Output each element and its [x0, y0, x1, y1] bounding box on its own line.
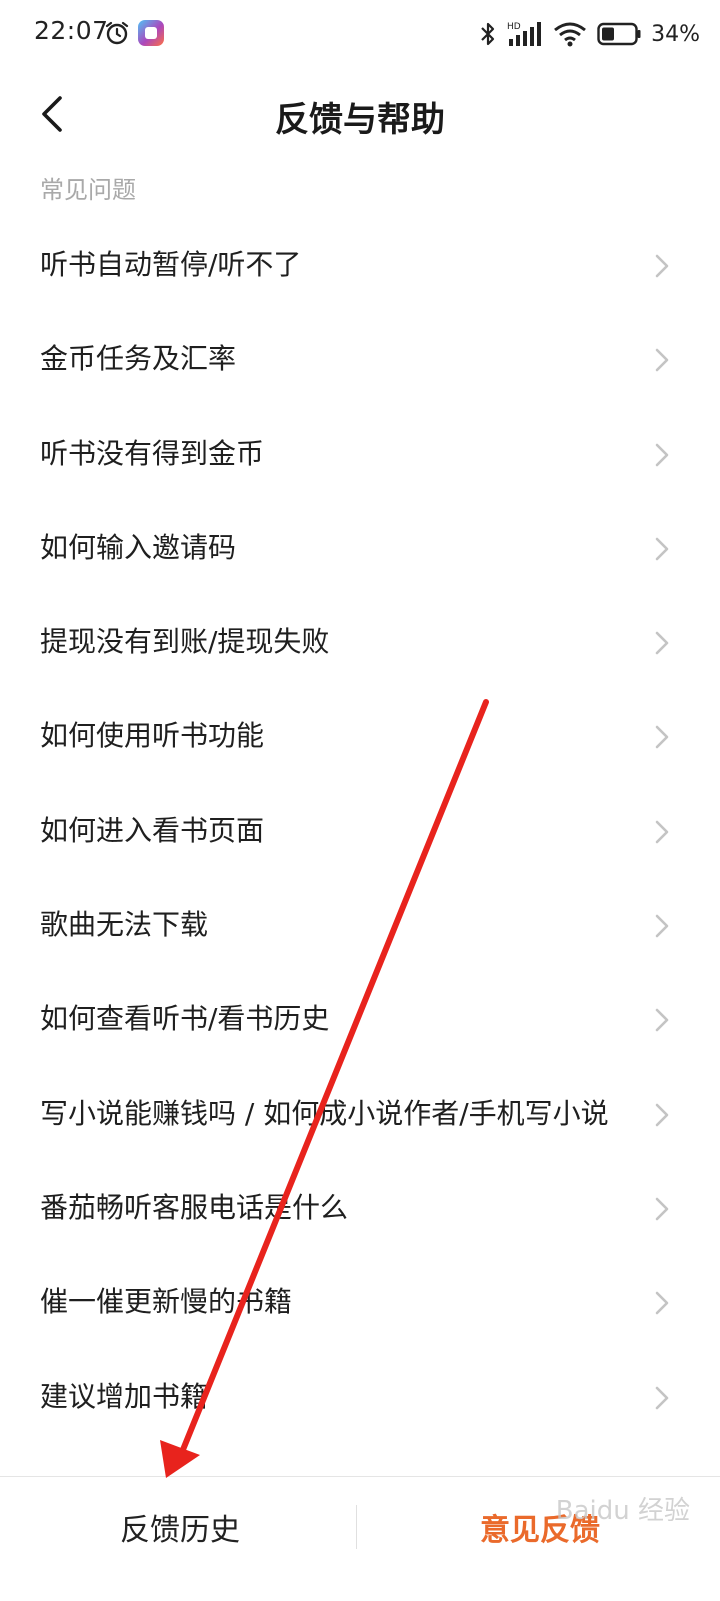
- chevron-right-icon: [655, 726, 669, 749]
- feedback-history-button[interactable]: 反馈历史: [0, 1477, 360, 1577]
- faq-item[interactable]: 听书没有得到金币: [0, 407, 720, 501]
- bluetooth-icon: [481, 22, 495, 46]
- faq-item-label: 歌曲无法下载: [40, 908, 209, 942]
- bottom-divider: [356, 1505, 357, 1549]
- faq-item[interactable]: 如何使用听书功能: [0, 689, 720, 783]
- battery-percent: 34%: [651, 21, 700, 47]
- status-bar: 22:07 HD 34%: [0, 0, 720, 70]
- faq-item-label: 写小说能赚钱吗 / 如何成小说作者/手机写小说: [40, 1096, 609, 1130]
- page-header: 反馈与帮助: [0, 70, 720, 170]
- app-icon: [138, 20, 164, 46]
- chevron-right-icon: [655, 348, 669, 372]
- faq-item[interactable]: 提现没有到账/提现失败: [0, 595, 720, 689]
- battery-icon: [597, 22, 641, 46]
- faq-item[interactable]: 听书自动暂停/听不了: [0, 218, 720, 312]
- faq-item[interactable]: 金币任务及汇率: [0, 312, 720, 406]
- chevron-right-icon: [655, 1197, 669, 1221]
- faq-item-label: 金币任务及汇率: [40, 342, 237, 376]
- signal-icon: HD: [507, 22, 542, 46]
- page-title: 反馈与帮助: [275, 100, 445, 140]
- status-icons: HD 34%: [479, 14, 700, 54]
- faq-item-label: 催一催更新慢的书籍: [40, 1285, 293, 1319]
- faq-item[interactable]: 如何进入看书页面: [0, 784, 720, 878]
- faq-item-label: 番茄畅听客服电话是什么: [40, 1190, 349, 1224]
- faq-item[interactable]: 建议增加书籍: [0, 1350, 720, 1444]
- watermark: Baidu 经验: [555, 1496, 690, 1526]
- faq-item-label: 建议增加书籍: [40, 1379, 209, 1413]
- faq-item-label: 如何查看听书/看书历史: [40, 1002, 330, 1036]
- faq-list: 听书自动暂停/听不了 金币任务及汇率 听书没有得到金币 如何输入邀请码 提现没有…: [0, 218, 720, 1444]
- faq-item-label: 如何使用听书功能: [40, 719, 265, 753]
- chevron-right-icon: [655, 1291, 669, 1315]
- faq-item[interactable]: 催一催更新慢的书籍: [0, 1255, 720, 1349]
- faq-item[interactable]: 如何输入邀请码: [0, 501, 720, 595]
- wifi-icon: [554, 22, 587, 47]
- faq-item-label: 提现没有到账/提现失败: [40, 625, 330, 659]
- chevron-right-icon: [655, 1009, 669, 1032]
- faq-item-label: 如何输入邀请码: [40, 530, 237, 564]
- faq-item[interactable]: 歌曲无法下载: [0, 878, 720, 972]
- faq-item-label: 如何进入看书页面: [40, 813, 265, 847]
- alarm-icon: [105, 21, 129, 45]
- faq-item-label: 听书自动暂停/听不了: [40, 248, 302, 281]
- chevron-right-icon: [655, 443, 669, 466]
- chevron-right-icon: [655, 1103, 669, 1126]
- faq-item[interactable]: 写小说能赚钱吗 / 如何成小说作者/手机写小说: [0, 1067, 720, 1161]
- chevron-right-icon: [655, 1386, 669, 1409]
- chevron-right-icon: [655, 537, 669, 561]
- status-time: 22:07: [34, 16, 109, 45]
- chevron-right-icon: [655, 254, 669, 278]
- faq-item-label: 听书没有得到金币: [40, 436, 265, 470]
- faq-section-title: 常见问题: [40, 176, 136, 204]
- faq-item[interactable]: 如何查看听书/看书历史: [0, 972, 720, 1066]
- chevron-right-icon: [655, 914, 669, 938]
- network-label: HD: [507, 22, 521, 32]
- faq-item[interactable]: 番茄畅听客服电话是什么: [0, 1161, 720, 1255]
- chevron-right-icon: [655, 631, 669, 655]
- chevron-right-icon: [655, 820, 669, 844]
